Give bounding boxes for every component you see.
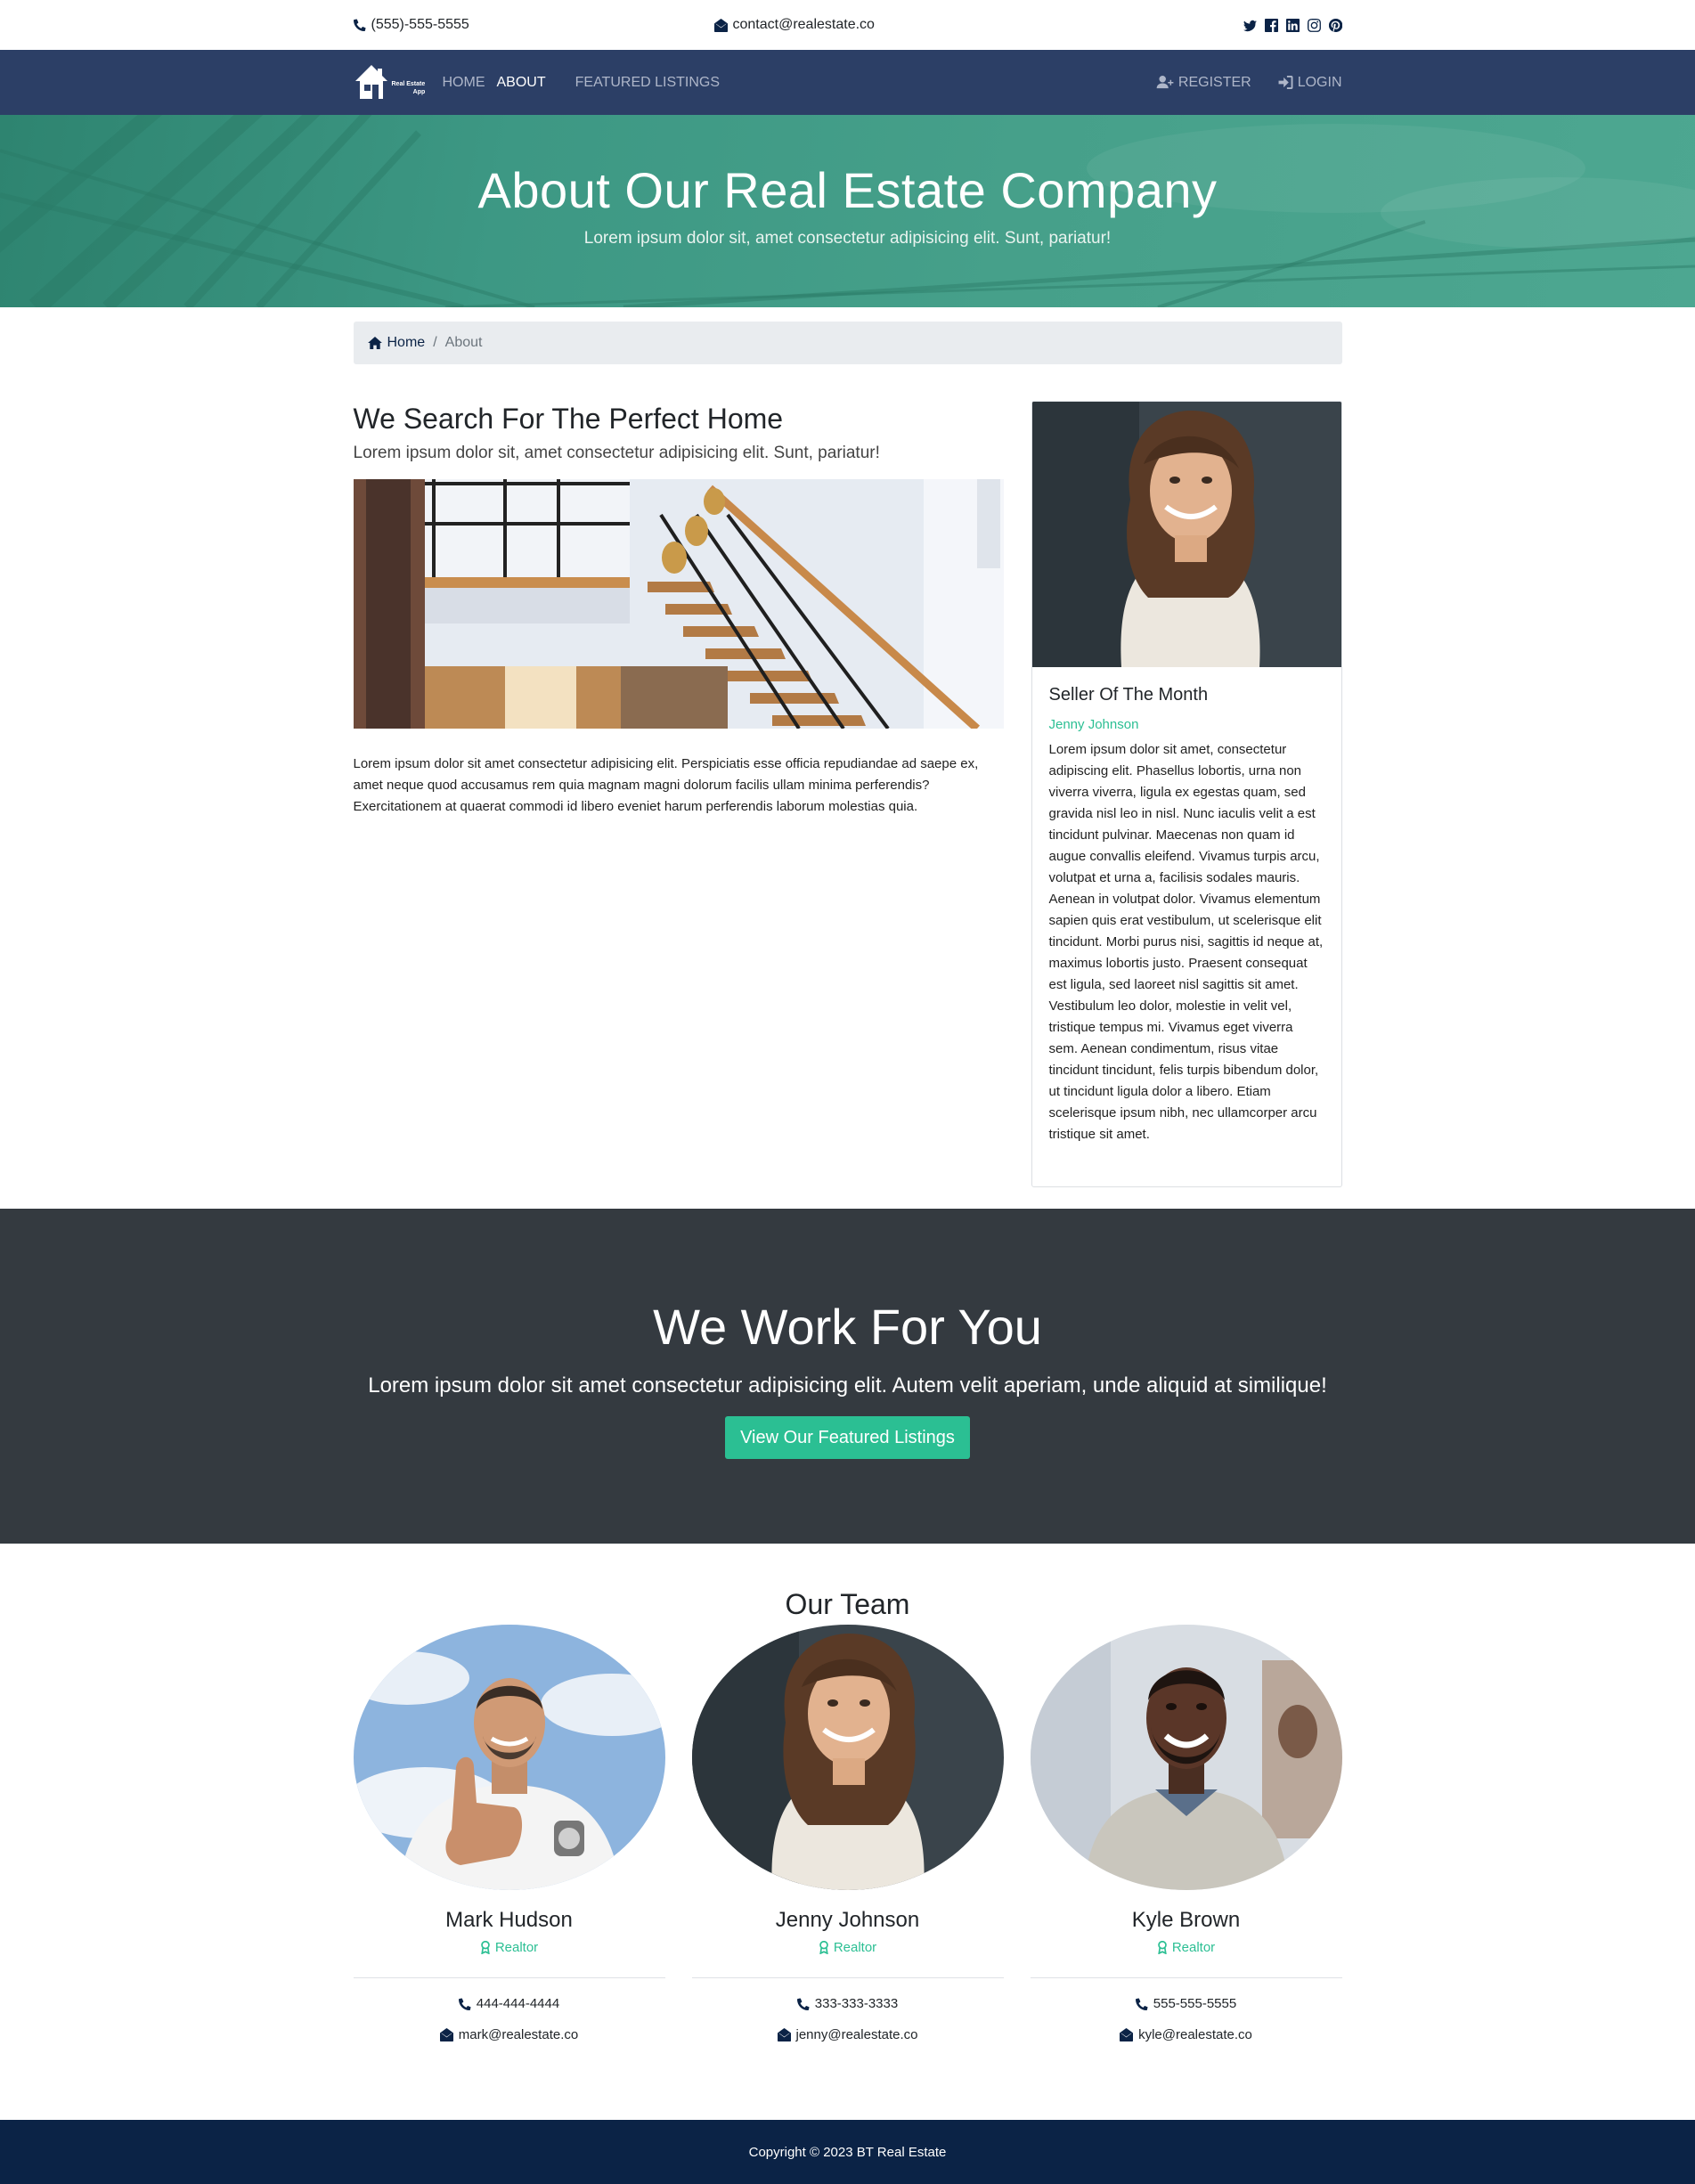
auth-links: REGISTER LOGIN	[1156, 75, 1342, 91]
linkedin-icon[interactable]	[1285, 18, 1300, 32]
member-name: Jenny Johnson	[775, 1908, 920, 1932]
member-role-label: Realtor	[1171, 1940, 1216, 1955]
logo-text: Real Estate App	[392, 80, 426, 96]
about-lead: Lorem ipsum dolor sit, amet consectetur …	[353, 444, 880, 462]
copyright-text: Copyright © 2023 BT Real Estate	[748, 2144, 947, 2160]
seller-heading: Seller Of The Month	[1048, 685, 1209, 705]
divider	[691, 1977, 1004, 1978]
nav-links: HOME ABOUT FEATURED LISTINGS	[443, 75, 732, 91]
topbar-email-text: contact@realestate.co	[732, 17, 875, 32]
nav-link-home[interactable]: HOME	[443, 75, 485, 91]
login-label: LOGIN	[1297, 74, 1342, 90]
member-phone-text: 555-555-5555	[1153, 1996, 1237, 2011]
member-email-text: jenny@realestate.co	[795, 2027, 918, 2042]
about-hero-banner: About Our Real Estate Company Lorem ipsu…	[0, 115, 1695, 307]
work-text: Lorem ipsum dolor sit amet consectetur a…	[368, 1373, 1327, 1398]
house-logo-icon	[354, 64, 387, 99]
member-role: Realtor	[692, 1940, 1004, 1955]
home-icon	[367, 337, 382, 349]
envelope-open-icon	[713, 18, 728, 32]
work-title: We Work For You	[653, 1299, 1042, 1355]
seller-of-month-card: Seller Of The Month Jenny Johnson Lorem …	[1031, 401, 1342, 1187]
breadcrumb-current: About	[444, 335, 483, 350]
envelope-open-icon	[439, 2028, 453, 2041]
instagram-icon[interactable]	[1307, 18, 1321, 32]
phone-icon	[353, 19, 366, 31]
hero-subtitle: Lorem ipsum dolor sit, amet consectetur …	[583, 229, 1112, 248]
view-featured-listings-button[interactable]: View Our Featured Listings	[725, 1416, 970, 1459]
seller-bio: Lorem ipsum dolor sit amet, consectetur …	[1048, 742, 1324, 1142]
team-section: Our Team Mark Hudson Realtor 444-444-444…	[0, 1544, 1695, 2042]
team-member-card: Mark Hudson Realtor 444-444-4444 mark@re…	[353, 1625, 665, 2042]
user-plus-icon	[1156, 76, 1174, 89]
seller-name: Jenny Johnson	[1048, 717, 1139, 732]
about-title: We Search For The Perfect Home	[353, 403, 784, 435]
logo-text-line-1: Real Estate	[391, 80, 426, 87]
member-email[interactable]: jenny@realestate.co	[692, 2027, 1004, 2042]
member-name: Mark Hudson	[445, 1908, 573, 1932]
topbar-phone-text: (555)-555-5555	[371, 17, 469, 32]
breadcrumb-separator: /	[433, 335, 437, 350]
member-role-label: Realtor	[494, 1940, 539, 1955]
topbar-phone: (555)-555-5555	[353, 17, 621, 33]
register-label: REGISTER	[1178, 74, 1251, 90]
sign-in-icon	[1278, 76, 1293, 89]
team-grid: Mark Hudson Realtor 444-444-4444 mark@re…	[353, 1625, 1342, 2042]
member-email-text: mark@realestate.co	[458, 2027, 579, 2042]
about-section: We Search For The Perfect Home Lorem ips…	[353, 401, 1342, 1187]
team-member-card: Jenny Johnson Realtor 333-333-3333 jenny…	[691, 1625, 1004, 2042]
team-member-card: Kyle Brown Realtor 555-555-5555 kyle@rea…	[1030, 1625, 1342, 2042]
award-icon	[481, 1941, 490, 1954]
member-avatar	[353, 1625, 665, 1890]
member-name: Kyle Brown	[1131, 1908, 1241, 1932]
twitter-icon[interactable]	[1243, 19, 1257, 32]
member-phone-text: 444-444-4444	[476, 1996, 560, 2011]
main-navbar: Real Estate App HOME ABOUT FEATURED LIST…	[0, 50, 1695, 115]
phone-icon	[796, 1998, 810, 2010]
breadcrumb: Home / About	[353, 322, 1342, 364]
award-icon	[1158, 1941, 1167, 1954]
social-links	[1075, 18, 1342, 32]
login-link[interactable]: LOGIN	[1278, 75, 1342, 91]
member-avatar	[1030, 1625, 1342, 1890]
divider	[1030, 1977, 1342, 1978]
seller-card-body: Seller Of The Month Jenny Johnson Lorem …	[1032, 667, 1341, 1163]
divider	[353, 1977, 665, 1978]
footer: Copyright © 2023 BT Real Estate	[0, 2120, 1695, 2184]
nav-link-featured-listings[interactable]: FEATURED LISTINGS	[575, 75, 720, 91]
seller-photo	[1031, 402, 1341, 667]
top-contact-bar: (555)-555-5555 contact@realestate.co	[0, 0, 1695, 50]
member-phone-text: 333-333-3333	[814, 1996, 899, 2011]
breadcrumb-home[interactable]: Home	[367, 335, 426, 351]
member-avatar	[691, 1625, 1004, 1890]
breadcrumb-home-label: Home	[387, 335, 426, 350]
member-email-text: kyle@realestate.co	[1138, 2027, 1252, 2042]
nav-link-about[interactable]: ABOUT	[497, 75, 546, 91]
member-phone: 555-555-5555	[1031, 1996, 1342, 2011]
member-role: Realtor	[1031, 1940, 1342, 1955]
topbar-email[interactable]: contact@realestate.co	[713, 17, 982, 33]
about-body-text: Lorem ipsum dolor sit amet consectetur a…	[353, 756, 979, 814]
hero-title: About Our Real Estate Company	[477, 162, 1218, 218]
member-role: Realtor	[354, 1940, 665, 1955]
member-phone: 333-333-3333	[692, 1996, 1004, 2011]
app-logo[interactable]: Real Estate App	[354, 63, 434, 102]
envelope-open-icon	[777, 2028, 791, 2041]
member-email[interactable]: mark@realestate.co	[354, 2027, 665, 2042]
work-for-you-section: We Work For You Lorem ipsum dolor sit am…	[0, 1209, 1695, 1544]
team-title: Our Team	[785, 1588, 910, 1620]
facebook-icon[interactable]	[1264, 18, 1278, 32]
phone-icon	[458, 1998, 471, 2010]
member-email[interactable]: kyle@realestate.co	[1031, 2027, 1342, 2042]
logo-text-line-2: App	[412, 88, 426, 95]
staircase-image	[353, 479, 1004, 729]
pinterest-icon[interactable]	[1328, 18, 1342, 32]
member-phone: 444-444-4444	[354, 1996, 665, 2011]
member-role-label: Realtor	[833, 1940, 877, 1955]
register-link[interactable]: REGISTER	[1156, 75, 1251, 91]
phone-icon	[1135, 1998, 1148, 2010]
award-icon	[819, 1941, 828, 1954]
envelope-open-icon	[1120, 2028, 1134, 2041]
about-content: We Search For The Perfect Home Lorem ips…	[353, 401, 1004, 1187]
